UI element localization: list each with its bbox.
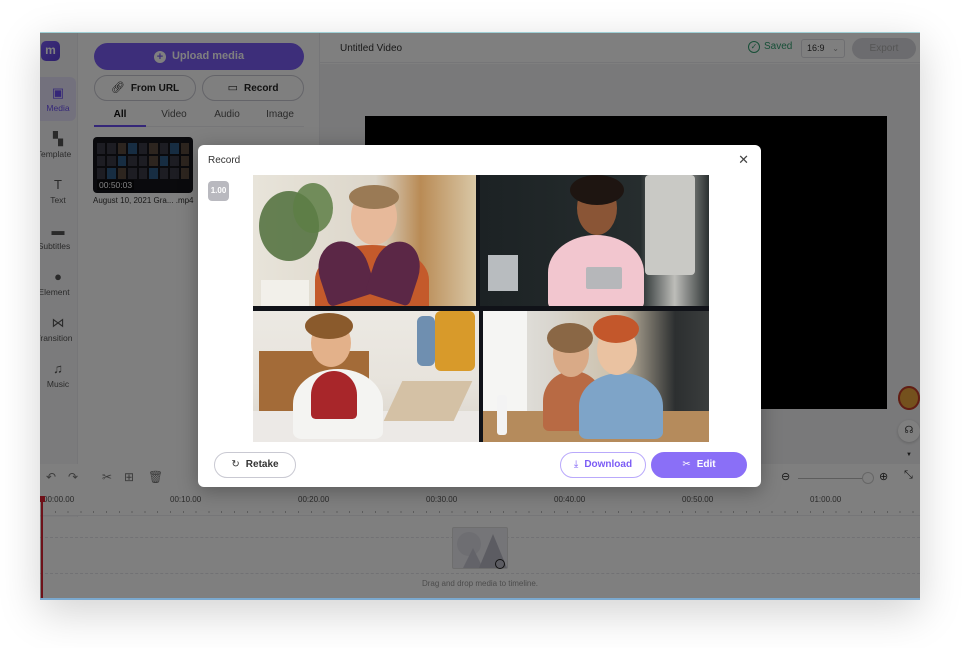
video-tile bbox=[253, 175, 476, 306]
retake-button[interactable]: ↻ Retake bbox=[214, 452, 296, 478]
dialog-title: Record bbox=[208, 155, 241, 166]
video-tile bbox=[483, 311, 709, 442]
download-icon: ⤓ bbox=[573, 459, 579, 470]
edit-button[interactable]: ✂ Edit bbox=[651, 452, 747, 478]
video-tile bbox=[480, 175, 709, 306]
video-tile bbox=[253, 311, 479, 442]
record-dialog: Record ✕ 1.00 ↻ Retake ⤓ Download ✂ Edit bbox=[198, 145, 761, 487]
rotate-ccw-icon: ↻ bbox=[231, 459, 240, 470]
download-button[interactable]: ⤓ Download bbox=[560, 452, 646, 478]
playback-speed-badge[interactable]: 1.00 bbox=[208, 181, 229, 201]
scissors-icon: ✂ bbox=[682, 459, 691, 470]
video-editor-window: m ▣ Media ▚ Template T Text ▬ Subtitles … bbox=[40, 32, 920, 600]
close-icon[interactable]: ✕ bbox=[738, 152, 749, 168]
recorded-video-preview[interactable] bbox=[253, 175, 709, 442]
